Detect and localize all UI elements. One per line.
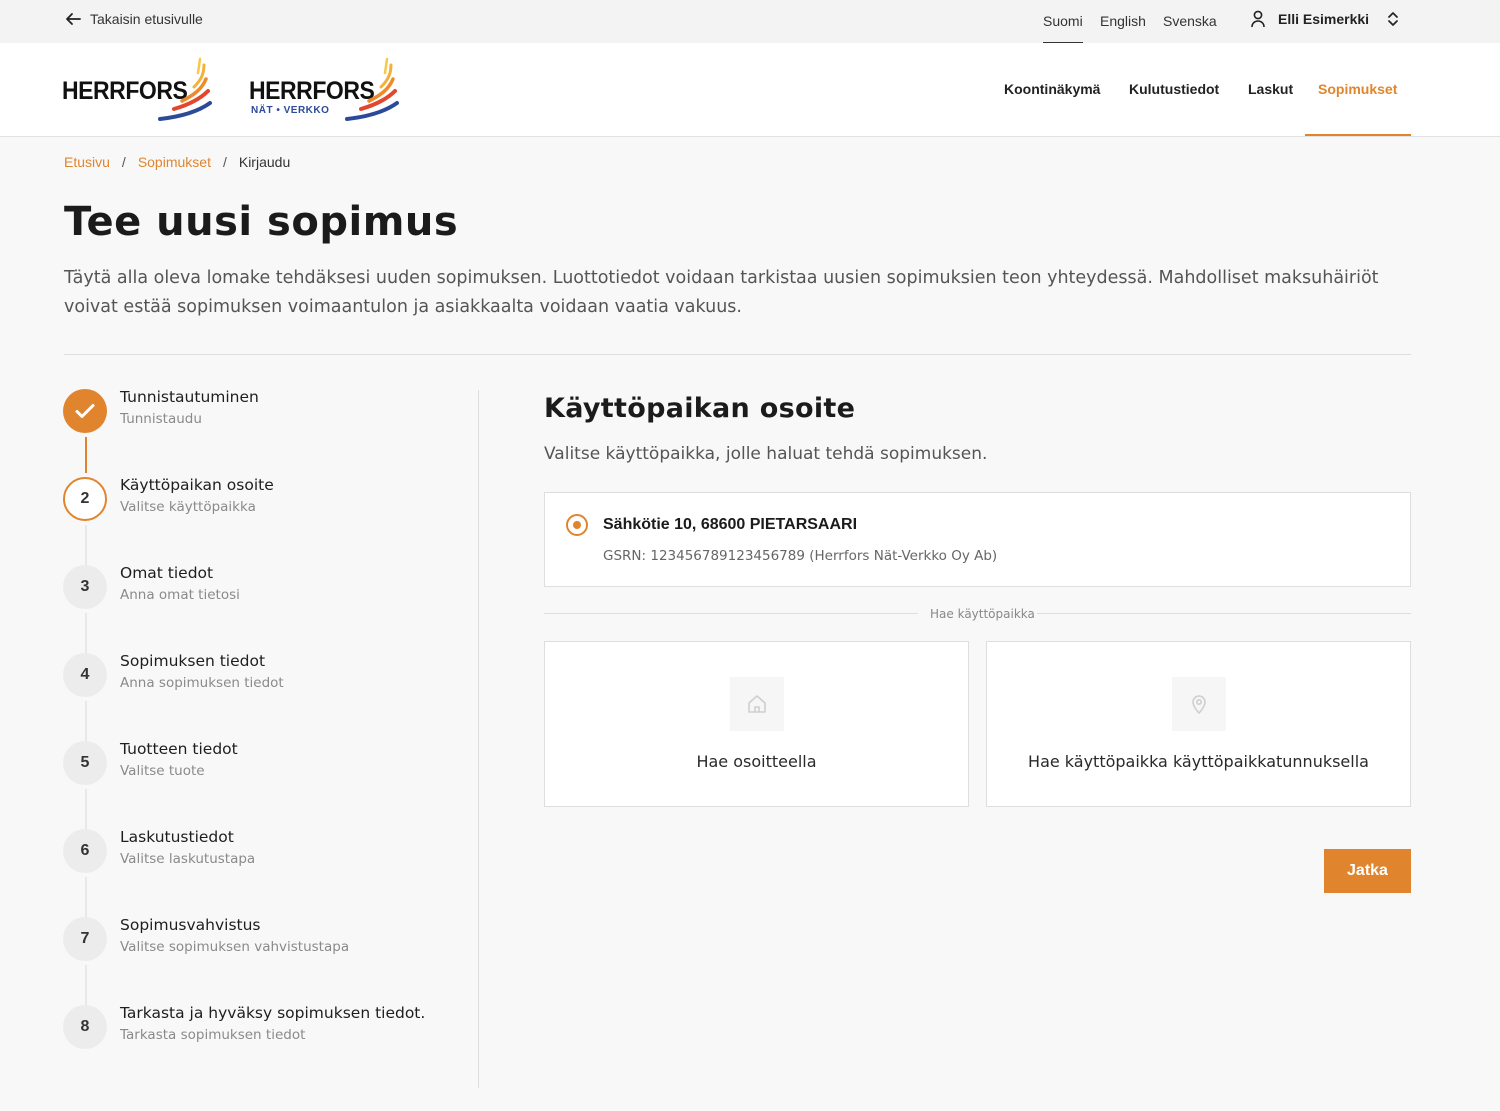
step-subtitle: Tunnistaudu bbox=[120, 411, 202, 427]
nav-sopimukset[interactable]: Sopimukset bbox=[1318, 81, 1397, 97]
logo-subtitle: NÄT • VERKKO bbox=[251, 105, 330, 116]
breadcrumb: Etusivu / Sopimukset / Kirjaudu bbox=[64, 154, 290, 170]
search-by-id-card[interactable]: Hae käyttöpaikka käyttöpaikkatunnuksella bbox=[986, 641, 1411, 807]
step-title: Sopimuksen tiedot bbox=[120, 652, 266, 670]
breadcrumb-separator: / bbox=[222, 154, 227, 170]
active-nav-indicator bbox=[1305, 134, 1411, 136]
step-4: 4 Sopimuksen tiedot Anna sopimuksen tied… bbox=[63, 652, 463, 712]
step-8: 8 Tarkasta ja hyväksy sopimuksen tiedot.… bbox=[63, 1004, 463, 1064]
back-link-label: Takaisin etusivulle bbox=[90, 11, 203, 27]
section-divider bbox=[64, 354, 1411, 355]
main-header: HERRFORS HERRFORS NÄT • VERKKO Koontinäk… bbox=[0, 43, 1500, 137]
address-option-card[interactable]: Sähkötie 10, 68600 PIETARSAARI GSRN: 123… bbox=[544, 492, 1411, 587]
nav-koontinakyma[interactable]: Koontinäkymä bbox=[1004, 81, 1100, 97]
divider-line bbox=[1037, 613, 1411, 614]
breadcrumb-sopimukset[interactable]: Sopimukset bbox=[138, 154, 211, 170]
divider-line bbox=[544, 613, 918, 614]
address-radio[interactable] bbox=[566, 514, 588, 536]
back-to-home-link[interactable]: Takaisin etusivulle bbox=[64, 10, 203, 28]
arrow-left-icon bbox=[66, 13, 81, 25]
herrfors-logo[interactable]: HERRFORS bbox=[62, 57, 217, 125]
step-6: 6 Laskutustiedot Valitse laskutustapa bbox=[63, 828, 463, 888]
panel-title: Käyttöpaikan osoite bbox=[544, 393, 856, 424]
search-option-label: Hae käyttöpaikka käyttöpaikkatunnuksella bbox=[1028, 752, 1369, 771]
search-by-address-card[interactable]: Hae osoitteella bbox=[544, 641, 969, 807]
search-divider-label: Hae käyttöpaikka bbox=[930, 607, 1035, 621]
language-option-english[interactable]: English bbox=[1100, 13, 1146, 29]
page-intro: Täytä alla oleva lomake tehdäksesi uuden… bbox=[64, 268, 1379, 317]
step-title: Tarkasta ja hyväksy sopimuksen tiedot. bbox=[120, 1004, 426, 1022]
step-subtitle: Tarkasta sopimuksen tiedot bbox=[120, 1027, 306, 1043]
home-icon bbox=[730, 677, 784, 731]
step-subtitle: Anna sopimuksen tiedot bbox=[120, 675, 284, 691]
step-number: 7 bbox=[63, 917, 107, 961]
step-subtitle: Valitse tuote bbox=[120, 763, 205, 779]
address-gsrn: GSRN: 123456789123456789 (Herrfors Nät-V… bbox=[603, 548, 998, 564]
logo-swoosh-icon bbox=[158, 57, 212, 121]
page-title: Tee uusi sopimus bbox=[64, 199, 459, 245]
step-2[interactable]: 2 Käyttöpaikan osoite Valitse käyttöpaik… bbox=[63, 476, 463, 536]
user-icon bbox=[1251, 10, 1265, 28]
step-3: 3 Omat tiedot Anna omat tietosi bbox=[63, 564, 463, 624]
nav-kulutustiedot[interactable]: Kulutustiedot bbox=[1129, 81, 1219, 97]
step-number: 4 bbox=[63, 653, 107, 697]
step-7: 7 Sopimusvahvistus Valitse sopimuksen va… bbox=[63, 916, 463, 976]
step-subtitle: Valitse laskutustapa bbox=[120, 851, 256, 867]
location-pin-icon bbox=[1172, 677, 1226, 731]
step-title: Omat tiedot bbox=[120, 564, 214, 582]
step-number: 8 bbox=[63, 1005, 107, 1049]
language-option-suomi[interactable]: Suomi bbox=[1043, 13, 1083, 44]
checkmark-icon bbox=[63, 389, 107, 433]
step-1[interactable]: Tunnistautuminen Tunnistaudu bbox=[63, 388, 463, 448]
step-number: 5 bbox=[63, 741, 107, 785]
user-name: Elli Esimerkki bbox=[1278, 11, 1370, 27]
panel-description: Valitse käyttöpaikka, jolle haluat tehdä… bbox=[544, 444, 988, 464]
chevron-up-down-icon bbox=[1388, 12, 1398, 26]
step-subtitle: Anna omat tietosi bbox=[120, 587, 240, 603]
breadcrumb-current: Kirjaudu bbox=[238, 154, 291, 170]
step-title: Laskutustiedot bbox=[120, 828, 234, 846]
step-number: 6 bbox=[63, 829, 107, 873]
step-title: Käyttöpaikan osoite bbox=[120, 476, 274, 494]
search-option-label: Hae osoitteella bbox=[696, 752, 817, 771]
herrfors-nat-verkko-logo[interactable]: HERRFORS NÄT • VERKKO bbox=[249, 57, 404, 125]
step-number: 2 bbox=[63, 477, 107, 521]
step-title: Tunnistautuminen bbox=[120, 388, 259, 406]
breadcrumb-etusivu[interactable]: Etusivu bbox=[64, 154, 110, 170]
address-title: Sähkötie 10, 68600 PIETARSAARI bbox=[603, 516, 858, 533]
column-separator bbox=[478, 390, 479, 1088]
nav-laskut[interactable]: Laskut bbox=[1248, 81, 1293, 97]
top-utility-bar: Takaisin etusivulle Suomi English Svensk… bbox=[0, 0, 1500, 44]
step-5: 5 Tuotteen tiedot Valitse tuote bbox=[63, 740, 463, 800]
user-menu[interactable]: Elli Esimerkki bbox=[1250, 10, 1399, 28]
step-subtitle: Valitse sopimuksen vahvistustapa bbox=[120, 939, 350, 955]
language-option-svenska[interactable]: Svenska bbox=[1163, 13, 1217, 29]
step-title: Tuotteen tiedot bbox=[120, 740, 238, 758]
step-number: 3 bbox=[63, 565, 107, 609]
breadcrumb-separator: / bbox=[121, 154, 126, 170]
continue-button[interactable]: Jatka bbox=[1324, 849, 1411, 893]
step-subtitle: Valitse käyttöpaikka bbox=[120, 499, 256, 515]
logo-swoosh-icon bbox=[345, 57, 399, 121]
step-title: Sopimusvahvistus bbox=[120, 916, 261, 934]
